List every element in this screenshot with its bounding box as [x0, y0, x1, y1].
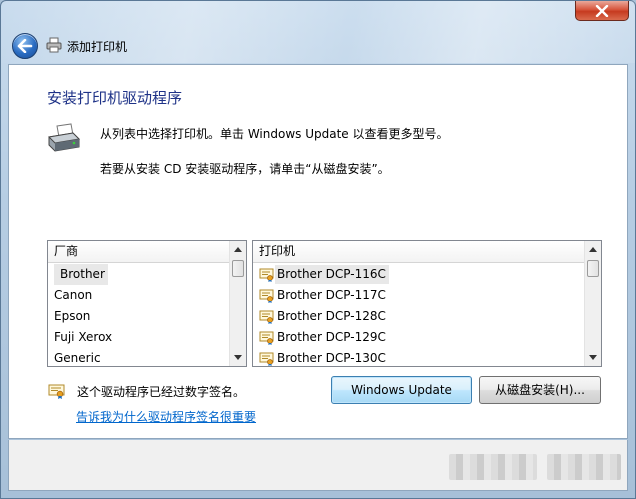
manufacturer-name: Fuji Xerox — [54, 330, 113, 344]
printer-model-name: Brother DCP-129C — [277, 330, 386, 344]
manufacturer-scrollbar[interactable] — [229, 241, 246, 366]
close-icon — [595, 4, 609, 17]
have-disk-button[interactable]: 从磁盘安装(H)... — [479, 376, 601, 404]
instruction-text: 从列表中选择打印机。单击 Windows Update 以查看更多型号。 — [100, 127, 449, 141]
chevron-down-icon — [234, 355, 242, 360]
manufacturer-list-item[interactable]: Canon — [48, 285, 229, 306]
printer-list-item[interactable]: Brother DCP-117C — [253, 285, 584, 306]
printer-list-item[interactable]: Brother DCP-129C — [253, 327, 584, 348]
manufacturer-name: Epson — [54, 309, 91, 323]
scroll-thumb[interactable] — [232, 260, 244, 277]
close-button[interactable] — [575, 1, 629, 21]
printer-icon — [47, 123, 81, 152]
signature-status-text: 这个驱动程序已经过数字签名。 — [77, 385, 246, 399]
scroll-down-arrow[interactable] — [585, 349, 601, 366]
page-heading: 安装打印机驱动程序 — [47, 89, 183, 107]
cancel-button[interactable] — [547, 454, 621, 480]
printer-list[interactable]: 打印机 Brother DCP-116C Brother DCP-117C Brot… — [252, 240, 602, 367]
certificate-icon — [259, 352, 274, 366]
printer-model-name: Brother DCP-130C — [277, 351, 386, 365]
printer-list-item[interactable]: Brother DCP-128C — [253, 306, 584, 327]
printer-model-name: Brother DCP-128C — [277, 309, 386, 323]
printer-model-name: Brother DCP-116C — [275, 265, 389, 284]
manufacturer-list-item[interactable]: Epson — [48, 306, 229, 327]
certificate-icon — [259, 268, 274, 282]
manufacturer-list-header: 厂商 — [48, 241, 246, 263]
printer-list-item[interactable]: Brother DCP-130C — [253, 348, 584, 366]
instruction-text-disk: 若要从安装 CD 安装驱动程序，请单击“从磁盘安装”。 — [100, 162, 390, 176]
printer-scrollbar[interactable] — [584, 241, 601, 366]
manufacturer-name: Generic — [54, 351, 101, 365]
next-button[interactable] — [449, 454, 537, 480]
back-button[interactable] — [12, 33, 38, 59]
scroll-up-arrow[interactable] — [585, 241, 601, 258]
printer-model-name: Brother DCP-117C — [277, 288, 386, 302]
manufacturer-name: Brother — [54, 264, 108, 285]
back-arrow-icon — [17, 39, 33, 53]
chevron-up-icon — [589, 247, 597, 252]
printer-icon — [46, 37, 62, 53]
window-title: 添加打印机 — [67, 40, 128, 54]
printer-list-item[interactable]: Brother DCP-116C — [253, 264, 584, 285]
scroll-up-arrow[interactable] — [230, 241, 246, 258]
client-area: 安装打印机驱动程序 从列表中选择打印机。单击 Windows Update 以查… — [8, 64, 628, 439]
signature-info-link[interactable]: 告诉我为什么驱动程序签名很重要 — [76, 408, 256, 425]
scroll-down-arrow[interactable] — [230, 349, 246, 366]
bottom-button-bar — [8, 440, 628, 491]
manufacturer-list[interactable]: 厂商 Brother Canon Epson Fuji Xerox Generic — [47, 240, 247, 367]
certificate-icon — [48, 384, 65, 399]
chevron-up-icon — [234, 247, 242, 252]
manufacturer-name: Canon — [54, 288, 93, 302]
certificate-icon — [259, 310, 274, 324]
manufacturer-list-item[interactable]: Brother — [48, 264, 229, 285]
windows-update-button[interactable]: Windows Update — [331, 376, 472, 404]
scroll-thumb[interactable] — [587, 260, 599, 277]
manufacturer-list-item[interactable]: Generic — [48, 348, 229, 366]
chevron-down-icon — [589, 355, 597, 360]
manufacturer-list-item[interactable]: Fuji Xerox — [48, 327, 229, 348]
certificate-icon — [259, 331, 274, 345]
certificate-icon — [259, 289, 274, 303]
printer-list-header: 打印机 — [253, 241, 601, 263]
